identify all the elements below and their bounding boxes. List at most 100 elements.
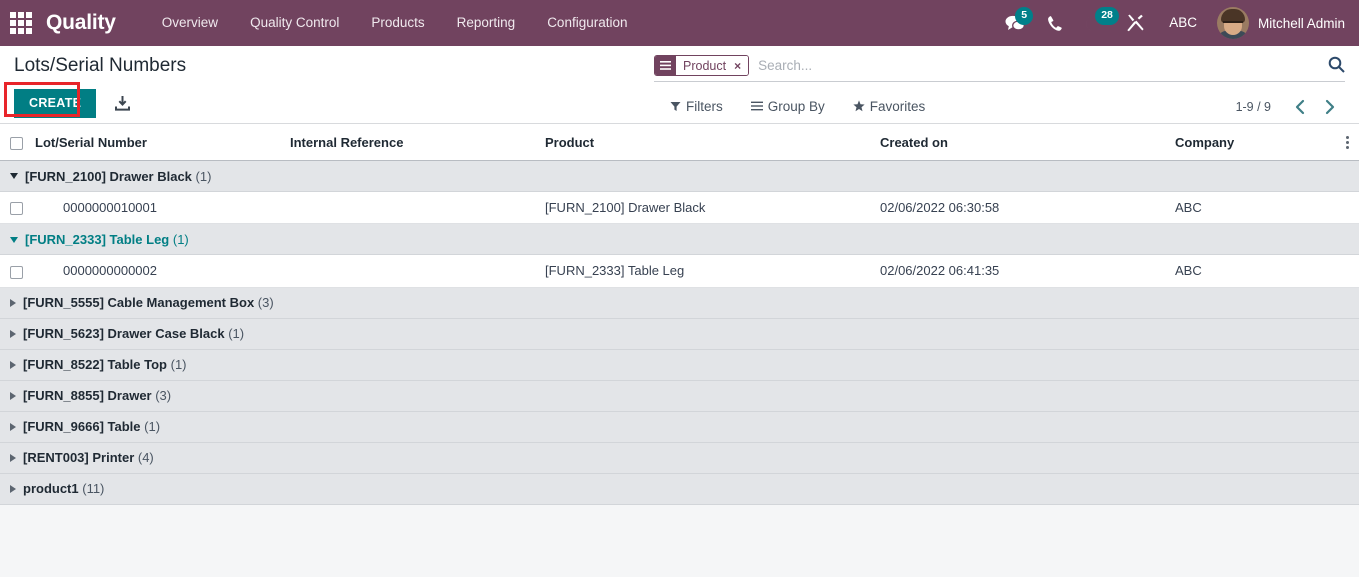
group-row-cell[interactable]: [FURN_2333] Table Leg (1)	[0, 223, 1359, 256]
search-facet-label: Product	[676, 56, 732, 75]
group-row-cell[interactable]: [FURN_2100] Drawer Black (1)	[0, 160, 1359, 193]
group-by-label: Group By	[767, 98, 825, 114]
search-bar[interactable]: Product ×	[654, 54, 1345, 82]
group-label: product1	[23, 481, 83, 497]
filters-label: Filters	[686, 98, 723, 114]
table-row[interactable]: 0000000000002 [FURN_2333] Table Leg 02/06/…	[0, 254, 1359, 288]
caret-right-icon[interactable]	[10, 484, 16, 493]
cell-optional[interactable]	[1335, 254, 1359, 288]
control-panel: Lots/Serial Numbers CREATE Product × Sea…	[0, 46, 1359, 124]
cell-internal-reference[interactable]	[290, 191, 545, 225]
cell-company[interactable]: ABC	[1175, 191, 1335, 225]
group-row[interactable]: product1 (11)	[0, 473, 1359, 505]
group-row[interactable]: [FURN_5623] Drawer Case Black (1)	[0, 318, 1359, 350]
caret-down-icon[interactable]	[10, 236, 18, 243]
app-brand-quality[interactable]: Quality	[46, 11, 116, 35]
filters-dropdown[interactable]: Filters	[670, 99, 723, 114]
caret-right-icon[interactable]	[10, 329, 16, 338]
group-row-cell[interactable]: [FURN_9666] Table (1)	[0, 411, 1359, 443]
group-row[interactable]: [FURN_2100] Drawer Black (1)	[0, 160, 1359, 193]
menu-item-quality-control[interactable]: Quality Control	[234, 0, 355, 46]
menu-item-reporting[interactable]: Reporting	[441, 0, 532, 46]
vertical-dots-icon	[1335, 135, 1359, 149]
select-all-checkbox[interactable]	[10, 136, 23, 150]
menu-item-products[interactable]: Products	[355, 0, 440, 46]
cell-lot-serial-number[interactable]: 0000000010001	[35, 191, 290, 225]
user-name-label: Mitchell Admin	[1257, 15, 1345, 31]
group-label: [FURN_8855] Drawer	[23, 388, 156, 404]
activity-clock-icon[interactable]: 28	[1074, 0, 1119, 46]
group-row[interactable]: [RENT003] Printer (4)	[0, 442, 1359, 474]
cell-optional[interactable]	[1335, 191, 1359, 225]
cell-product[interactable]: [FURN_2333] Table Leg	[545, 254, 880, 288]
caret-down-icon[interactable]	[10, 173, 18, 180]
group-row[interactable]: [FURN_8522] Table Top (1)	[0, 349, 1359, 381]
search-magnifier-icon[interactable]	[1328, 56, 1345, 78]
pager-next-button[interactable]	[1315, 99, 1345, 115]
group-row[interactable]: [FURN_2333] Table Leg (1)	[0, 223, 1359, 256]
row-select-cell	[0, 191, 35, 225]
favorites-star-icon	[853, 100, 865, 112]
apps-grid-icon[interactable]	[8, 10, 34, 36]
table-header: Lot/Serial Number Internal Reference Pro…	[0, 123, 1359, 162]
table-row[interactable]: 0000000010001 [FURN_2100] Drawer Black 02/…	[0, 191, 1359, 225]
table-filler	[0, 504, 1359, 567]
group-row[interactable]: [FURN_5555] Cable Management Box (3)	[0, 287, 1359, 319]
company-switcher[interactable]: ABC	[1155, 0, 1211, 46]
group-count: (1)	[195, 168, 212, 184]
pager: 1-9 / 9	[1236, 99, 1345, 115]
column-header-company[interactable]: Company	[1175, 123, 1335, 162]
group-count: (4)	[137, 450, 154, 466]
group-label: [FURN_9666] Table	[23, 419, 145, 435]
menu-item-configuration[interactable]: Configuration	[531, 0, 643, 46]
menu-item-overview[interactable]: Overview	[146, 0, 234, 46]
group-row-cell[interactable]: [FURN_5555] Cable Management Box (3)	[0, 287, 1359, 319]
cell-created-on[interactable]: 02/06/2022 06:41:35	[880, 254, 1175, 288]
group-row[interactable]: [FURN_9666] Table (1)	[0, 411, 1359, 443]
cell-internal-reference[interactable]	[290, 254, 545, 288]
navbar-systray: 5 28 ABC Mitchell Admin	[994, 0, 1345, 46]
messages-icon[interactable]: 5	[994, 0, 1036, 46]
group-row-cell[interactable]: [FURN_8522] Table Top (1)	[0, 349, 1359, 381]
group-row-cell[interactable]: [FURN_5623] Drawer Case Black (1)	[0, 318, 1359, 350]
row-checkbox[interactable]	[10, 202, 23, 216]
create-button[interactable]: CREATE	[14, 89, 97, 119]
group-row-cell[interactable]: [RENT003] Printer (4)	[0, 442, 1359, 474]
user-menu[interactable]: Mitchell Admin	[1211, 7, 1345, 39]
import-download-icon[interactable]	[114, 95, 131, 112]
group-row[interactable]: [FURN_8855] Drawer (3)	[0, 380, 1359, 412]
cell-lot-serial-number[interactable]: 0000000000002	[35, 254, 290, 288]
row-select-cell	[0, 254, 35, 288]
wrench-tools-icon[interactable]	[1115, 0, 1155, 46]
caret-right-icon[interactable]	[10, 453, 16, 462]
select-all-header	[0, 123, 35, 162]
column-header-lot-serial-number[interactable]: Lot/Serial Number	[35, 123, 290, 162]
search-facet-product[interactable]: Product ×	[654, 55, 750, 76]
messages-count-badge: 5	[1015, 7, 1034, 25]
group-by-lines-icon	[750, 101, 763, 111]
column-header-internal-reference[interactable]: Internal Reference	[290, 123, 545, 162]
optional-columns-toggle[interactable]	[1335, 123, 1359, 162]
search-input[interactable]	[756, 55, 1345, 76]
cell-company[interactable]: ABC	[1175, 254, 1335, 288]
favorites-dropdown[interactable]: Favorites	[853, 99, 925, 114]
caret-right-icon[interactable]	[10, 298, 16, 307]
phone-icon[interactable]	[1036, 0, 1074, 46]
caret-right-icon[interactable]	[10, 422, 16, 431]
cell-product[interactable]: [FURN_2100] Drawer Black	[545, 191, 880, 225]
filter-funnel-icon	[670, 101, 681, 111]
caret-right-icon[interactable]	[10, 391, 16, 400]
group-by-dropdown[interactable]: Group By	[750, 98, 825, 114]
column-header-product[interactable]: Product	[545, 123, 880, 162]
column-header-created-on[interactable]: Created on	[880, 123, 1175, 162]
group-label: [FURN_2333] Table Leg	[25, 231, 173, 247]
search-facet-remove-icon[interactable]: ×	[731, 56, 749, 75]
group-row-cell[interactable]: [FURN_8855] Drawer (3)	[0, 380, 1359, 412]
row-checkbox[interactable]	[10, 265, 23, 279]
caret-right-icon[interactable]	[10, 360, 16, 369]
pager-previous-button[interactable]	[1285, 99, 1315, 115]
group-label: [FURN_8522] Table Top	[23, 357, 171, 373]
pager-count: 1-9 / 9	[1235, 100, 1271, 114]
group-row-cell[interactable]: product1 (11)	[0, 473, 1359, 505]
cell-created-on[interactable]: 02/06/2022 06:30:58	[880, 191, 1175, 225]
